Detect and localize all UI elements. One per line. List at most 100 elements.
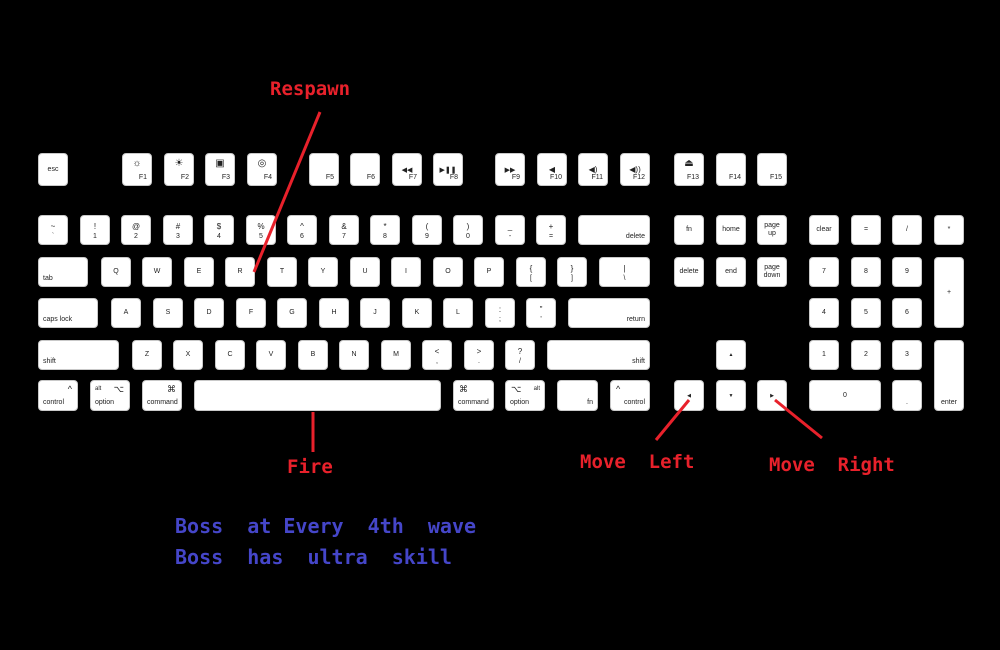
key-x[interactable]: X (173, 340, 203, 370)
key-f12[interactable]: ◀)) F12 (620, 153, 650, 186)
key-m[interactable]: M (381, 340, 411, 370)
key-backslash[interactable]: | \ (599, 257, 650, 287)
key-numpad-1[interactable]: 1 (809, 340, 839, 370)
key-lbracket[interactable]: { [ (516, 257, 546, 287)
key-backtick[interactable]: ~ ` (38, 215, 68, 245)
key-page-up[interactable]: page up (757, 215, 787, 245)
key-semicolon[interactable]: : ; (485, 298, 515, 328)
key-h[interactable]: H (319, 298, 349, 328)
key-numpad-2[interactable]: 2 (851, 340, 881, 370)
key-u[interactable]: U (350, 257, 380, 287)
key-comma[interactable]: < , (422, 340, 452, 370)
key-numpad-decimal[interactable]: . (892, 380, 922, 411)
key-w[interactable]: W (142, 257, 172, 287)
key-d[interactable]: D (194, 298, 224, 328)
key-fn[interactable]: fn (557, 380, 598, 411)
key-delete[interactable]: delete (578, 215, 650, 245)
key-numpad-9[interactable]: 9 (892, 257, 922, 287)
key-z[interactable]: Z (132, 340, 162, 370)
key-7[interactable]: & 7 (329, 215, 359, 245)
key-numpad-5[interactable]: 5 (851, 298, 881, 328)
key-4[interactable]: $ 4 (204, 215, 234, 245)
key-q[interactable]: Q (101, 257, 131, 287)
key-f11[interactable]: ◀) F11 (578, 153, 608, 186)
key-right-control[interactable]: ^ control (610, 380, 650, 411)
key-a[interactable]: A (111, 298, 141, 328)
key-left-control[interactable]: ^ control (38, 380, 78, 411)
key-1[interactable]: ! 1 (80, 215, 110, 245)
key-arrow-up[interactable]: ▲ (716, 340, 746, 370)
key-arrow-right[interactable]: ▶ (757, 380, 787, 411)
key-left-option[interactable]: alt ⌥ option (90, 380, 130, 411)
key-numpad-3[interactable]: 3 (892, 340, 922, 370)
key-left-shift[interactable]: shift (38, 340, 119, 370)
key-slash[interactable]: ? / (505, 340, 535, 370)
key-minus[interactable]: _ - (495, 215, 525, 245)
key-home[interactable]: home (716, 215, 746, 245)
key-8[interactable]: * 8 (370, 215, 400, 245)
key-page-down[interactable]: page down (757, 257, 787, 287)
key-equals[interactable]: + = (536, 215, 566, 245)
key-numpad-plus[interactable]: + (934, 257, 964, 328)
key-9[interactable]: ( 9 (412, 215, 442, 245)
key-f15[interactable]: F15 (757, 153, 787, 186)
key-rbracket[interactable]: } ] (557, 257, 587, 287)
key-f[interactable]: F (236, 298, 266, 328)
key-f8[interactable]: ▶❚❚ F8 (433, 153, 463, 186)
key-right-command[interactable]: ⌘ command (453, 380, 494, 411)
key-quote[interactable]: " ' (526, 298, 556, 328)
key-f14[interactable]: F14 (716, 153, 746, 186)
key-f1[interactable]: ☼ F1 (122, 153, 152, 186)
key-t[interactable]: T (267, 257, 297, 287)
key-p[interactable]: P (474, 257, 504, 287)
key-b[interactable]: B (298, 340, 328, 370)
key-f6[interactable]: F6 (350, 153, 380, 186)
key-g[interactable]: G (277, 298, 307, 328)
key-f5[interactable]: F5 (309, 153, 339, 186)
key-right-option[interactable]: ⌥ alt option (505, 380, 545, 411)
key-numpad-8[interactable]: 8 (851, 257, 881, 287)
key-forward-delete[interactable]: delete (674, 257, 704, 287)
key-space[interactable] (194, 380, 441, 411)
key-f7[interactable]: ◀◀ F7 (392, 153, 422, 186)
key-numpad-0[interactable]: 0 (809, 380, 881, 411)
key-f4[interactable]: ◎ F4 (247, 153, 277, 186)
key-n[interactable]: N (339, 340, 369, 370)
key-right-shift[interactable]: shift (547, 340, 650, 370)
key-5[interactable]: % 5 (246, 215, 276, 245)
key-period[interactable]: > . (464, 340, 494, 370)
key-arrow-left[interactable]: ◀ (674, 380, 704, 411)
key-f2[interactable]: ☀ F2 (164, 153, 194, 186)
key-i[interactable]: I (391, 257, 421, 287)
key-arrow-down[interactable]: ▼ (716, 380, 746, 411)
key-fn-nav[interactable]: fn (674, 215, 704, 245)
key-numpad-minus[interactable]: 7 (809, 257, 839, 287)
key-f3[interactable]: ▣ F3 (205, 153, 235, 186)
key-left-command[interactable]: ⌘ command (142, 380, 182, 411)
key-numpad-6[interactable]: 6 (892, 298, 922, 328)
key-v[interactable]: V (256, 340, 286, 370)
key-numpad-divide[interactable]: / (892, 215, 922, 245)
key-caps-lock[interactable]: caps lock (38, 298, 98, 328)
key-r[interactable]: R (225, 257, 255, 287)
key-end[interactable]: end (716, 257, 746, 287)
key-f9[interactable]: ▶▶ F9 (495, 153, 525, 186)
key-tab[interactable]: tab (38, 257, 88, 287)
key-l[interactable]: L (443, 298, 473, 328)
key-0[interactable]: ) 0 (453, 215, 483, 245)
key-e[interactable]: E (184, 257, 214, 287)
key-return[interactable]: return (568, 298, 650, 328)
key-c[interactable]: C (215, 340, 245, 370)
key-s[interactable]: S (153, 298, 183, 328)
key-3[interactable]: # 3 (163, 215, 193, 245)
key-o[interactable]: O (433, 257, 463, 287)
key-numpad-equals[interactable]: = (851, 215, 881, 245)
key-numpad-clear[interactable]: clear (809, 215, 839, 245)
key-numpad-multiply[interactable]: * (934, 215, 964, 245)
key-j[interactable]: J (360, 298, 390, 328)
key-f10[interactable]: ◀ F10 (537, 153, 567, 186)
key-2[interactable]: @ 2 (121, 215, 151, 245)
key-y[interactable]: Y (308, 257, 338, 287)
key-k[interactable]: K (402, 298, 432, 328)
key-6[interactable]: ^ 6 (287, 215, 317, 245)
